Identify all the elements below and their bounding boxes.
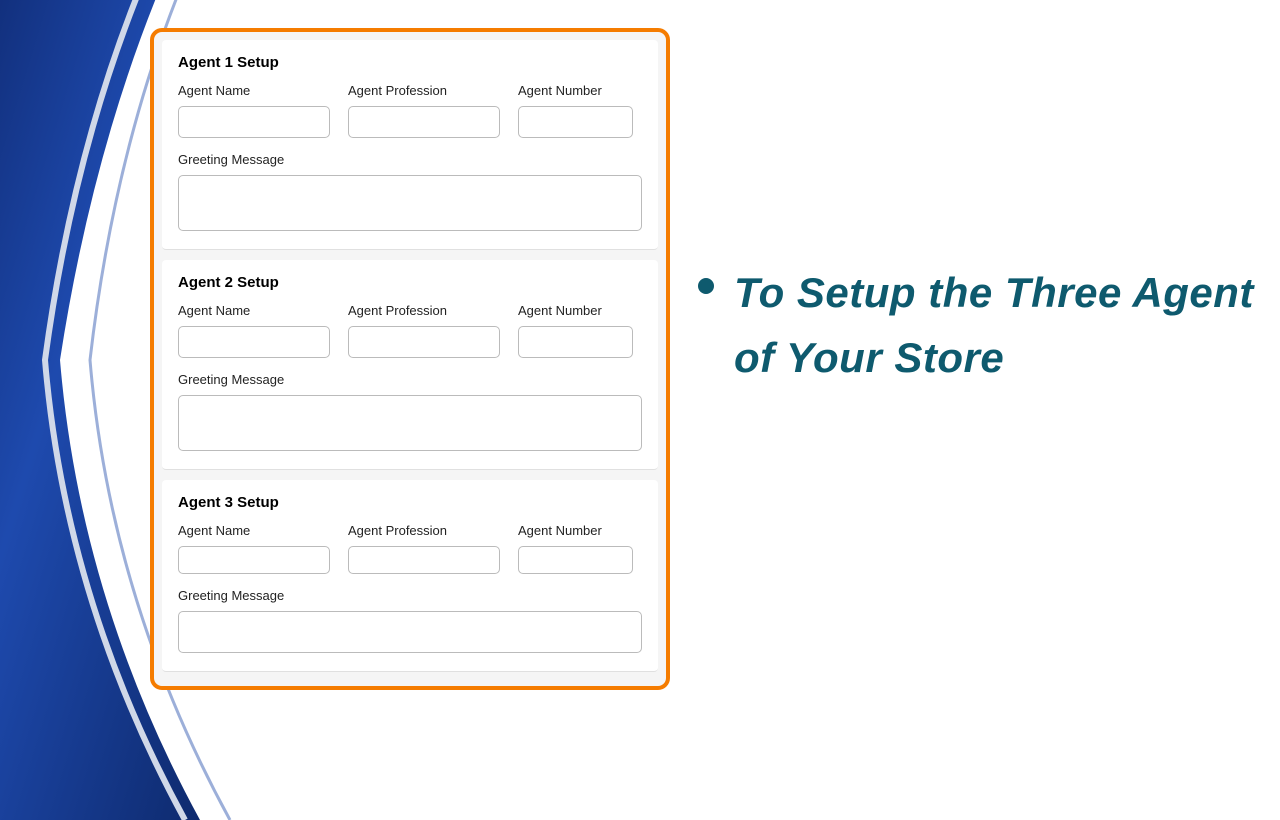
- agent-2-greeting-label: Greeting Message: [178, 372, 642, 387]
- agent-3-name-input[interactable]: [178, 546, 330, 574]
- agent-setup-form: Agent 1 Setup Agent Name Agent Professio…: [150, 28, 670, 690]
- agent-3-profession-input[interactable]: [348, 546, 500, 574]
- agent-1-profession-input[interactable]: [348, 106, 500, 138]
- agent-2-name-input[interactable]: [178, 326, 330, 358]
- agent-3-number-group: Agent Number: [518, 523, 633, 574]
- agent-3-profession-label: Agent Profession: [348, 523, 500, 538]
- agent-3-number-label: Agent Number: [518, 523, 633, 538]
- agent-2-title: Agent 2 Setup: [178, 274, 642, 291]
- agent-2-number-input[interactable]: [518, 326, 633, 358]
- agent-1-number-input[interactable]: [518, 106, 633, 138]
- agent-1-greeting-group: Greeting Message: [178, 152, 642, 231]
- agent-3-greeting-label: Greeting Message: [178, 588, 642, 603]
- agent-2-section: Agent 2 Setup Agent Name Agent Professio…: [162, 260, 658, 470]
- agent-2-number-label: Agent Number: [518, 303, 633, 318]
- agent-2-greeting-group: Greeting Message: [178, 372, 642, 451]
- bullet-icon: [698, 278, 714, 294]
- agent-3-name-group: Agent Name: [178, 523, 330, 574]
- info-list: To Setup the Three Agent of Your Store: [698, 260, 1258, 390]
- agent-1-name-input[interactable]: [178, 106, 330, 138]
- agent-3-fields-row: Agent Name Agent Profession Agent Number: [178, 523, 642, 574]
- agent-1-title: Agent 1 Setup: [178, 54, 642, 71]
- agent-3-profession-group: Agent Profession: [348, 523, 500, 574]
- agent-1-section: Agent 1 Setup Agent Name Agent Professio…: [162, 40, 658, 250]
- agent-2-profession-input[interactable]: [348, 326, 500, 358]
- info-text: To Setup the Three Agent of Your Store: [734, 260, 1258, 390]
- agent-1-profession-label: Agent Profession: [348, 83, 500, 98]
- agent-2-profession-group: Agent Profession: [348, 303, 500, 358]
- info-item: To Setup the Three Agent of Your Store: [698, 260, 1258, 390]
- agent-1-profession-group: Agent Profession: [348, 83, 500, 138]
- agent-3-greeting-group: Greeting Message: [178, 588, 642, 653]
- agent-1-greeting-input[interactable]: [178, 175, 642, 231]
- agent-1-number-label: Agent Number: [518, 83, 633, 98]
- agent-2-number-group: Agent Number: [518, 303, 633, 358]
- agent-3-name-label: Agent Name: [178, 523, 330, 538]
- agent-2-fields-row: Agent Name Agent Profession Agent Number: [178, 303, 642, 358]
- agent-3-title: Agent 3 Setup: [178, 494, 642, 511]
- agent-2-profession-label: Agent Profession: [348, 303, 500, 318]
- agent-1-name-group: Agent Name: [178, 83, 330, 138]
- agent-1-name-label: Agent Name: [178, 83, 330, 98]
- agent-3-number-input[interactable]: [518, 546, 633, 574]
- agent-2-greeting-input[interactable]: [178, 395, 642, 451]
- info-panel: To Setup the Three Agent of Your Store: [698, 260, 1258, 390]
- agent-3-section: Agent 3 Setup Agent Name Agent Professio…: [162, 480, 658, 672]
- agent-1-greeting-label: Greeting Message: [178, 152, 642, 167]
- agent-2-name-group: Agent Name: [178, 303, 330, 358]
- agent-2-name-label: Agent Name: [178, 303, 330, 318]
- agent-1-number-group: Agent Number: [518, 83, 633, 138]
- agent-3-greeting-input[interactable]: [178, 611, 642, 653]
- agent-1-fields-row: Agent Name Agent Profession Agent Number: [178, 83, 642, 138]
